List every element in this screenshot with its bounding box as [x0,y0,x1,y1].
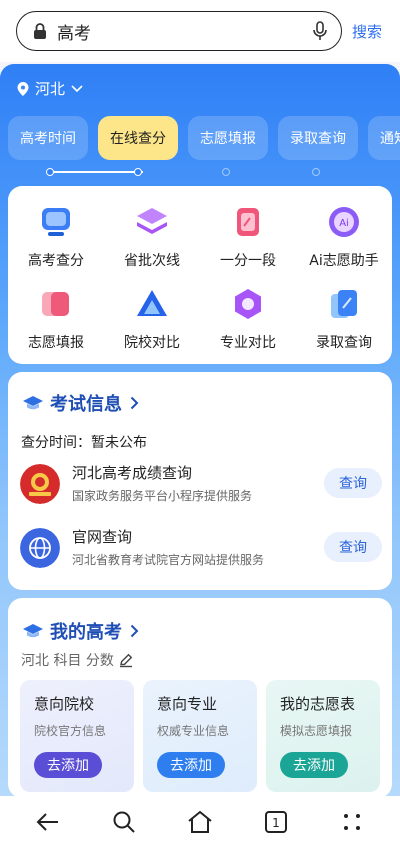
tool-label: 院校对比 [124,335,180,351]
svg-text:Ai: Ai [339,218,349,229]
tool-label: 高考查分 [28,253,84,269]
tool-college-compare[interactable]: 院校对比 [104,286,200,352]
query-item-sub: 河北省教育考试院官方网站提供服务 [72,553,265,567]
tool-label: 志愿填报 [28,335,84,351]
tabs-button[interactable]: 1 [258,804,294,840]
search-nav-button[interactable] [106,804,142,840]
ai-icon: Ai [329,207,359,237]
tool-score-segment[interactable]: 一分一段 [200,204,296,270]
ticket-icon [237,208,259,236]
globe-icon [20,528,60,568]
mini-card-title: 意向专业 [157,695,218,713]
search-icon [113,811,135,833]
intended-major-card[interactable]: 意向专业 权威专业信息 去添加 [143,680,257,792]
tab-count-icon: 1 [265,810,287,833]
query-item-sub: 国家政务服务平台小程序提供服务 [72,489,253,503]
mini-card-sub: 院校官方信息 [34,724,107,738]
profile-meta-text: 河北 科目 分数 [21,653,114,669]
bottom-navigation: 1 [0,796,400,847]
query-button[interactable]: 查询 [324,532,382,562]
tool-label: 一分一段 [220,253,276,269]
more-menu-button[interactable] [334,804,370,840]
top-search-bar: 高考 搜索 [0,0,400,62]
official-site-item[interactable]: 官网查询 河北省教育考试院官方网站提供服务 查询 [20,526,382,572]
search-button[interactable]: 搜索 [352,21,382,42]
quick-tabs: 高考时间 在线查分 志愿填报 录取查询 通知 [8,116,400,160]
card-stack-icon [42,292,69,316]
mini-card-title: 意向院校 [34,695,95,713]
dots-grid-icon [344,813,360,830]
region-selector[interactable]: 河北 [16,78,88,99]
tool-volunteer-fill[interactable]: 志愿填报 [8,286,104,352]
pager-dot [134,168,142,176]
my-volunteer-table-card[interactable]: 我的志愿表 模拟志愿填报 去添加 [266,680,380,792]
search-input[interactable]: 高考 [16,11,342,51]
mini-card-title: 我的志愿表 [280,695,356,713]
pager-dot [46,168,54,176]
document-icon [331,290,357,318]
tool-label: 省批次线 [124,253,180,269]
microphone-icon[interactable] [311,21,329,41]
graduation-cap-icon [23,396,43,410]
mini-card-sub: 模拟志愿填报 [280,724,353,738]
tab-online-score[interactable]: 在线查分 [98,116,178,160]
profile-meta[interactable]: 河北 科目 分数 [21,650,134,670]
tool-gaokao-score[interactable]: 高考查分 [8,204,104,270]
arrow-left-icon [36,812,58,831]
my-gaokao-card: 我的高考 河北 科目 分数 意向院校 院校官方信息 去添加 意向专业 权威专业信… [8,598,392,798]
intended-college-card[interactable]: 意向院校 院校官方信息 去添加 [20,680,134,792]
search-query-text: 高考 [57,23,91,44]
hexagon-icon [235,289,261,319]
tool-admission-query[interactable]: 录取查询 [296,286,392,352]
tab-volunteer-filling[interactable]: 志愿填报 [188,116,268,160]
edit-pencil-icon [119,653,133,668]
exam-info-card: 考试信息 查分时间：暂未公布 河北高考成绩查询 国家政务服务平台小程序提供服务 … [8,372,392,590]
query-item-name: 官网查询 [72,528,133,546]
graduation-cap-icon [23,624,43,638]
query-item-name: 河北高考成绩查询 [72,464,193,482]
tab-notice[interactable]: 通知 [368,116,400,160]
lock-icon [34,23,46,39]
tab-admission-query[interactable]: 录取查询 [278,116,358,160]
chevron-right-icon [130,396,139,410]
chevron-down-icon [71,84,83,92]
triangle-icon [137,290,167,316]
region-name: 河北 [35,80,66,98]
add-button[interactable]: 去添加 [34,752,102,778]
add-button[interactable]: 去添加 [280,752,348,778]
tab-gaokao-time[interactable]: 高考时间 [8,116,88,160]
tool-label: 专业对比 [220,335,276,351]
score-time-text: 查分时间：暂未公布 [21,435,147,451]
exam-info-title: 考试信息 [50,394,122,415]
my-gaokao-header[interactable]: 我的高考 [22,618,139,644]
back-button[interactable] [30,804,66,840]
location-pin-icon [17,81,29,96]
tool-label: Ai志愿助手 [309,253,379,269]
pager-dot [312,168,320,176]
exam-info-header[interactable]: 考试信息 [22,390,139,416]
tools-card: 高考查分 省批次线 一分一段 Ai Ai志愿助手 志愿填报 院校对比 专业对比 … [8,186,392,364]
home-icon [188,810,212,833]
query-button[interactable]: 查询 [324,468,382,498]
exam-query-item[interactable]: 河北高考成绩查询 国家政务服务平台小程序提供服务 查询 [20,462,382,508]
add-button[interactable]: 去添加 [157,752,225,778]
tool-province-line[interactable]: 省批次线 [104,204,200,270]
tv-screen-icon [42,208,70,236]
layers-icon [137,208,167,234]
tab-pager [46,166,320,178]
my-gaokao-title: 我的高考 [50,622,122,643]
tool-label: 录取查询 [316,335,372,351]
gov-emblem-icon [20,464,60,504]
tab-count-text: 1 [272,816,280,830]
home-button[interactable] [182,804,218,840]
tool-ai-assistant[interactable]: Ai Ai志愿助手 [296,204,392,270]
pager-dot [222,168,230,176]
mini-card-sub: 权威专业信息 [157,724,230,738]
pager-track [51,171,143,173]
tool-major-compare[interactable]: 专业对比 [200,286,296,352]
chevron-right-icon [130,624,139,638]
